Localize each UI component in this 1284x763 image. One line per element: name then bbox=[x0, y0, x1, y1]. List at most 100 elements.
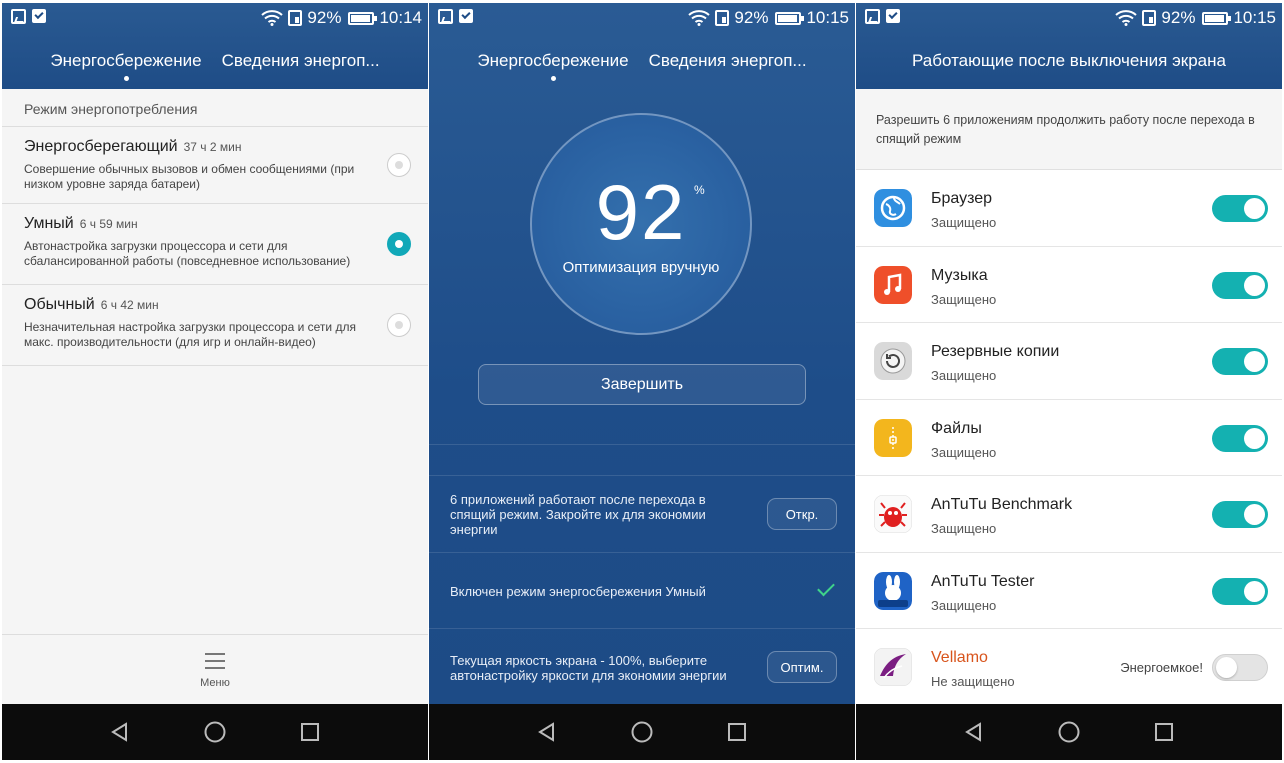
screenshot-notification-icon bbox=[865, 9, 880, 24]
open-button[interactable]: Откр. bbox=[767, 498, 837, 530]
back-icon[interactable] bbox=[109, 721, 131, 743]
vellamo-icon bbox=[874, 648, 912, 686]
app-name: Браузер bbox=[931, 190, 993, 207]
navigation-bar bbox=[2, 704, 428, 760]
optimization-status: Оптимизация вручную bbox=[562, 259, 720, 276]
store-notification-icon bbox=[459, 9, 473, 23]
mode-radio[interactable] bbox=[387, 313, 411, 337]
backup-icon bbox=[874, 342, 912, 380]
screenshot-notification-icon bbox=[11, 9, 26, 24]
app-name: Музыка bbox=[931, 266, 988, 284]
header: 92% 10:14 Энергосбережение Сведения энер… bbox=[2, 3, 428, 92]
battery-gauge: 92 % Оптимизация вручную bbox=[530, 113, 752, 335]
battery-icon bbox=[775, 11, 805, 25]
row-text: Текущая яркость экрана - 100%, выберите … bbox=[450, 653, 727, 683]
tab-consumption-details[interactable]: Сведения энергоп... bbox=[222, 51, 380, 71]
protect-toggle[interactable] bbox=[1212, 501, 1268, 528]
menu-label: Меню bbox=[200, 677, 230, 689]
power-hungry-label: Энергоемкое! bbox=[1120, 660, 1203, 675]
mode-item-smart[interactable]: Умный 6 ч 59 мин Автонастройка загрузки п… bbox=[2, 204, 428, 285]
app-row-vellamo: Vellamo Не защищено Энергоемкое! bbox=[856, 629, 1282, 706]
phone-screen-optimization: 92% 10:15 Энергосбережение Сведения энер… bbox=[429, 3, 855, 760]
sim-icon bbox=[715, 10, 730, 26]
mode-radio[interactable] bbox=[387, 153, 411, 177]
back-icon[interactable] bbox=[536, 721, 558, 743]
protect-toggle[interactable] bbox=[1212, 195, 1268, 222]
mode-time: 6 ч 42 мин bbox=[100, 298, 159, 312]
mode-item-saving[interactable]: Энергосберегающий 37 ч 2 мин Совершение о… bbox=[2, 127, 428, 204]
home-icon[interactable] bbox=[1058, 721, 1080, 743]
brightness-row: Текущая яркость экрана - 100%, выберите … bbox=[429, 628, 855, 704]
finish-button[interactable]: Завершить bbox=[478, 364, 806, 405]
app-name: AnTuTu Tester bbox=[931, 572, 1035, 590]
status-bar: 92% 10:14 bbox=[2, 3, 428, 32]
mode-name: Умный bbox=[24, 215, 74, 232]
page-title: Работающие после выключения экрана bbox=[912, 51, 1226, 70]
optimize-button[interactable]: Оптим. bbox=[767, 651, 837, 683]
header: 92% 10:15 Работающие после выключения эк… bbox=[856, 3, 1282, 92]
menu-button[interactable]: Меню bbox=[2, 634, 428, 704]
tab-consumption-details[interactable]: Сведения энергоп... bbox=[649, 51, 807, 71]
files-icon bbox=[874, 418, 912, 457]
battery-icon bbox=[1202, 11, 1232, 25]
app-status: Защищено bbox=[931, 291, 997, 307]
tab-bar: Энергосбережение Сведения энергоп... bbox=[429, 51, 855, 81]
mode-item-normal[interactable]: Обычный 6 ч 42 мин Незначительная настрой… bbox=[2, 285, 428, 366]
status-bar: 92% 10:15 bbox=[856, 3, 1282, 32]
battery-percent: 92% bbox=[1161, 8, 1196, 27]
battery-percent: 92% bbox=[734, 8, 769, 27]
antutu-benchmark-icon bbox=[874, 495, 912, 533]
mode-description: Автонастройка загрузки процессора и сети… bbox=[24, 239, 351, 268]
row-text: Включен режим энергосбережения Умный bbox=[450, 584, 706, 599]
protect-toggle[interactable] bbox=[1212, 271, 1268, 299]
power-mode-list: Режим энергопотребления Энергосберегающи… bbox=[2, 89, 428, 704]
navigation-bar bbox=[856, 704, 1282, 760]
wifi-icon bbox=[1115, 10, 1138, 26]
mode-time: 37 ч 2 мин bbox=[183, 140, 242, 154]
percent-sign: % bbox=[694, 183, 705, 197]
phone-screen-power-modes: 92% 10:14 Энергосбережение Сведения энер… bbox=[2, 3, 428, 760]
tab-bar: Энергосбережение Сведения энергоп... bbox=[2, 51, 428, 81]
app-status: Защищено bbox=[931, 597, 997, 613]
clock: 10:14 bbox=[379, 8, 422, 27]
section-title: Режим энергопотребления bbox=[2, 89, 428, 127]
battery-percent-value: 92 bbox=[595, 168, 687, 256]
menu-icon bbox=[205, 653, 225, 669]
mode-name: Энергосберегающий bbox=[24, 138, 178, 155]
screenshot-notification-icon bbox=[438, 9, 453, 24]
protect-toggle[interactable] bbox=[1212, 577, 1268, 605]
app-status: Защищено bbox=[931, 215, 997, 230]
background-apps-row: 6 приложений работают после перехода в с… bbox=[429, 475, 855, 552]
protect-toggle[interactable] bbox=[1212, 424, 1268, 452]
recents-icon[interactable] bbox=[1153, 721, 1175, 743]
mode-name: Обычный bbox=[24, 296, 95, 313]
app-name-warning: Vellamo bbox=[931, 649, 988, 666]
navigation-bar bbox=[429, 704, 855, 760]
app-row-antutu-benchmark: AnTuTu Benchmark Защищено bbox=[856, 476, 1282, 553]
row-text: 6 приложений работают после перехода в с… bbox=[450, 492, 706, 537]
home-icon[interactable] bbox=[204, 721, 226, 743]
app-row-backup: Резервные копии Защищено bbox=[856, 323, 1282, 400]
status-bar: 92% 10:15 bbox=[429, 3, 855, 32]
recents-icon[interactable] bbox=[299, 721, 321, 743]
app-row-files: Файлы Защищено bbox=[856, 400, 1282, 476]
browser-icon bbox=[874, 189, 912, 227]
home-icon[interactable] bbox=[631, 721, 653, 743]
app-status: Не защищено bbox=[931, 674, 1015, 689]
protect-toggle[interactable] bbox=[1212, 348, 1268, 375]
tab-power-saving[interactable]: Энергосбережение bbox=[477, 51, 629, 81]
app-name: Файлы bbox=[931, 419, 982, 437]
sim-icon bbox=[1142, 10, 1157, 26]
app-status: Защищено bbox=[931, 368, 997, 383]
protect-toggle-off[interactable] bbox=[1212, 654, 1268, 681]
wifi-icon bbox=[688, 10, 711, 26]
back-icon[interactable] bbox=[963, 721, 985, 743]
tab-power-saving[interactable]: Энергосбережение bbox=[50, 51, 202, 81]
divider-row bbox=[429, 444, 855, 475]
mode-time: 6 ч 59 мин bbox=[79, 217, 138, 231]
app-status: Защищено bbox=[931, 521, 997, 536]
music-icon bbox=[874, 265, 912, 304]
mode-radio-selected[interactable] bbox=[387, 232, 411, 256]
app-name: AnTuTu Benchmark bbox=[931, 496, 1073, 513]
recents-icon[interactable] bbox=[726, 721, 748, 743]
